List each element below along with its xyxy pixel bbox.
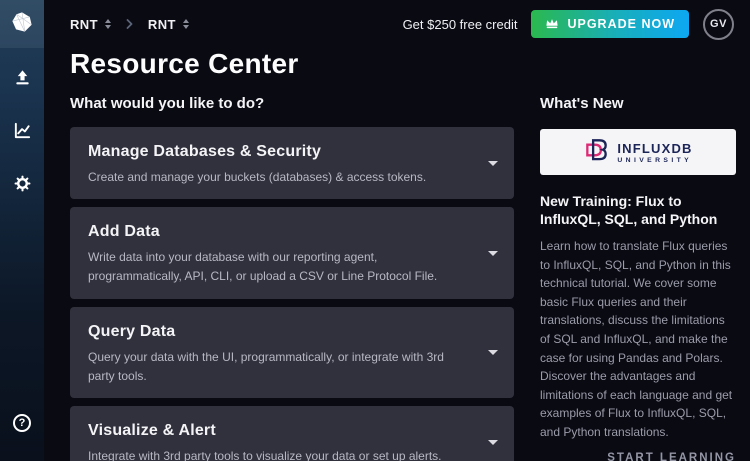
sidebar-item-load-data[interactable] (8, 66, 36, 94)
help-icon: ? (13, 414, 31, 432)
crown-icon (545, 17, 559, 32)
chevron-down-icon (488, 440, 498, 445)
sort-carets-icon (183, 19, 189, 29)
card-title: Query Data (88, 323, 466, 341)
card-visualize-alert[interactable]: Visualize & Alert Integrate with 3rd par… (70, 406, 514, 461)
sidebar: ? (0, 0, 44, 461)
article-title: New Training: Flux to InfluxQL, SQL, and… (540, 193, 736, 228)
upgrade-now-label: UPGRADE NOW (567, 17, 675, 31)
card-query-data[interactable]: Query Data Query your data with the UI, … (70, 307, 514, 398)
breadcrumb-org-label: RNT (70, 17, 98, 32)
card-description: Create and manage your buckets (database… (88, 168, 466, 187)
free-credit-text: Get $250 free credit (403, 17, 518, 32)
breadcrumb-cluster-selector[interactable]: RNT (148, 17, 189, 32)
card-title: Visualize & Alert (88, 422, 466, 440)
topbar: RNT RNT Get $250 free credit UPGRADE NOW… (44, 0, 750, 48)
card-description: Write data into your database with our r… (88, 248, 466, 286)
upload-icon (13, 68, 32, 92)
sort-carets-icon (105, 19, 111, 29)
sidebar-item-settings[interactable] (8, 172, 36, 200)
avatar-initials: GV (710, 18, 727, 30)
whats-new-heading: What's New (540, 95, 736, 112)
card-title: Add Data (88, 223, 466, 241)
card-description: Query your data with the UI, programmati… (88, 348, 466, 386)
influxdb-logo-icon (11, 11, 33, 38)
chevron-down-icon (488, 350, 498, 355)
influxdb-logo-button[interactable] (0, 0, 44, 48)
influxdb-university-logo-icon (583, 136, 610, 168)
card-title: Manage Databases & Security (88, 143, 466, 161)
university-logo-line2: UNIVERSITY (617, 157, 692, 164)
sidebar-item-help[interactable]: ? (8, 409, 36, 437)
actions-heading: What would you like to do? (70, 95, 514, 112)
graph-icon (13, 121, 32, 145)
card-manage-databases-security[interactable]: Manage Databases & Security Create and m… (70, 127, 514, 199)
chevron-down-icon (488, 161, 498, 166)
page-title: Resource Center (70, 48, 299, 80)
chevron-right-icon (125, 18, 134, 30)
influxdb-university-banner[interactable]: INFLUXDB UNIVERSITY (540, 129, 736, 175)
user-avatar[interactable]: GV (703, 9, 734, 40)
resource-actions-section: What would you like to do? Manage Databa… (70, 95, 514, 461)
whats-new-panel: What's New INFLUXDB UNIVERSITY New Train… (540, 95, 736, 461)
gear-icon (13, 174, 32, 198)
breadcrumb-cluster-label: RNT (148, 17, 176, 32)
card-add-data[interactable]: Add Data Write data into your database w… (70, 207, 514, 298)
article-body: Learn how to translate Flux queries to I… (540, 237, 736, 442)
sidebar-item-data-explorer[interactable] (8, 119, 36, 147)
chevron-down-icon (488, 251, 498, 256)
start-learning-link[interactable]: START LEARNING (540, 452, 736, 461)
university-logo-line1: INFLUXDB (617, 141, 692, 156)
breadcrumb-org-selector[interactable]: RNT (70, 17, 111, 32)
card-description: Integrate with 3rd party tools to visual… (88, 447, 466, 461)
upgrade-now-button[interactable]: UPGRADE NOW (531, 10, 689, 38)
